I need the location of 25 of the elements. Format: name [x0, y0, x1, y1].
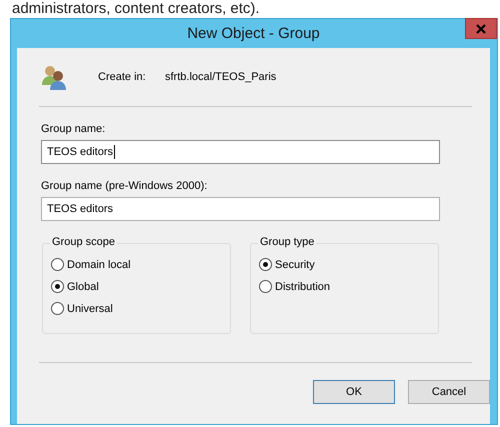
- close-button[interactable]: [465, 18, 497, 39]
- close-icon: [476, 24, 486, 34]
- caption-text: administrators, content creators, etc).: [11, 0, 261, 18]
- radio-button[interactable]: [259, 258, 272, 271]
- container-path: sfrtb.local/TEOS_Paris: [165, 71, 276, 83]
- radio-button[interactable]: [51, 302, 64, 315]
- field-label: Group name:: [41, 123, 106, 135]
- dialog-button[interactable]: OK: [313, 380, 395, 404]
- option-label: Universal: [67, 302, 113, 314]
- option-label: Global: [67, 280, 99, 292]
- group-box-title: Group scope: [50, 236, 117, 248]
- group-box-title: Group type: [258, 236, 316, 248]
- radio-button[interactable]: [51, 258, 64, 271]
- option-label: Domain local: [67, 258, 131, 270]
- create-in-label: Create in:: [98, 71, 147, 83]
- window-title: New Object - Group: [187, 25, 320, 42]
- text-field[interactable]: TEOS editors: [41, 197, 440, 221]
- radio-button[interactable]: [51, 280, 64, 293]
- text-field[interactable]: TEOS editors: [41, 140, 440, 164]
- dialog-button[interactable]: Cancel: [408, 380, 490, 404]
- group-users-icon: [40, 63, 68, 91]
- option-label: Security: [275, 258, 315, 270]
- option-label: Distribution: [275, 280, 330, 292]
- field-label: Group name (pre-Windows 2000):: [41, 180, 208, 192]
- radio-button[interactable]: [259, 280, 272, 293]
